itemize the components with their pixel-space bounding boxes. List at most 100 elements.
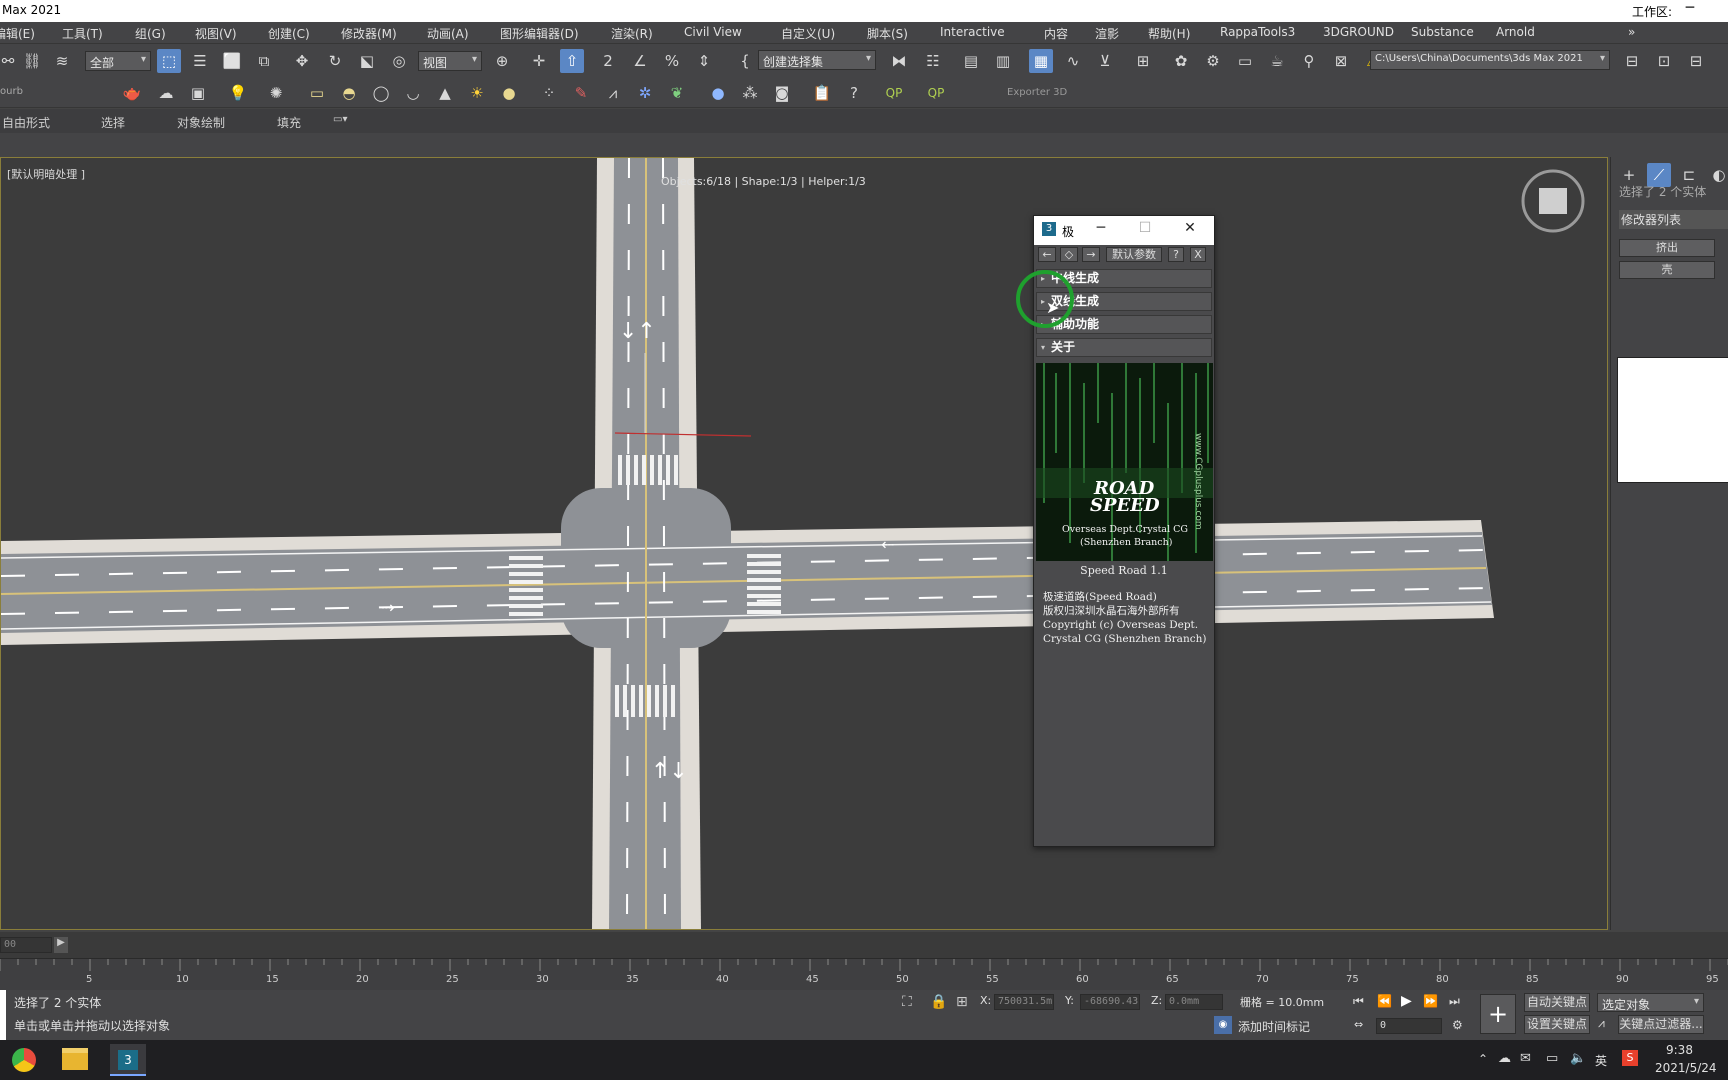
shell-button[interactable]: 壳 — [1619, 261, 1715, 279]
set-key-button[interactable]: 设置关键点 — [1524, 1015, 1590, 1034]
named-selection-dropdown[interactable]: 创建选择集 — [758, 50, 876, 70]
keyboard-shortcut-override-icon[interactable]: ⇧ — [560, 49, 584, 73]
perspective-viewport[interactable]: ↓↑ ↑↓ ⇠ ⇢ [默认明暗处理 ] Objects:6/18 | Shape… — [0, 157, 1608, 930]
add-time-tag[interactable]: 添加时间标记 — [1238, 1018, 1310, 1035]
browser-taskbar-icon[interactable] — [12, 1048, 36, 1072]
link-icon[interactable]: ⚯ — [0, 49, 20, 73]
selection-filter-dropdown[interactable]: 全部 — [85, 51, 151, 71]
z-coordinate-field[interactable]: 0.0mm — [1165, 994, 1223, 1010]
menu-arnold[interactable]: Arnold — [1496, 25, 1535, 39]
modifier-list-dropdown[interactable]: 修改器列表 — [1619, 210, 1728, 229]
cone-icon[interactable]: ▲ — [433, 81, 457, 105]
menu-customize[interactable]: 自定义(U) — [781, 25, 835, 42]
dialog-maximize-button[interactable]: ☐ — [1133, 220, 1157, 236]
ribbon-toggle-icon[interactable]: ▥ — [991, 49, 1015, 73]
container-open-icon[interactable]: ⊡ — [1652, 49, 1676, 73]
time-tag-icon[interactable]: ◉ — [1214, 1016, 1232, 1034]
default-params-button[interactable]: 默认参数 — [1106, 247, 1162, 262]
selected-object-dropdown[interactable]: 选定对象 — [1597, 993, 1704, 1012]
rotate-icon[interactable]: ↻ — [323, 49, 347, 73]
menu-modifiers[interactable]: 修改器(M) — [341, 25, 397, 42]
key-filters-button[interactable]: 关键点过滤器... — [1618, 1015, 1704, 1034]
rendered-frame-icon[interactable]: ▭ — [1233, 49, 1257, 73]
palette-icon[interactable]: ⁂ — [738, 81, 762, 105]
window-crossing-icon[interactable]: ⧉ — [252, 49, 276, 73]
project-path-dropdown[interactable]: C:\Users\China\Documents\3ds Max 2021 — [1370, 50, 1610, 70]
modifier-stack[interactable] — [1617, 357, 1728, 483]
play-icon[interactable]: ▶ — [1401, 993, 1412, 1009]
place-icon[interactable]: ◎ — [387, 49, 411, 73]
time-config-icon[interactable]: ⚙ — [1452, 1018, 1463, 1032]
window-minimize-button[interactable]: ─ — [1675, 0, 1705, 22]
diamond-button[interactable]: ◇ — [1060, 247, 1078, 262]
render-camera-icon[interactable]: ◙ — [770, 81, 794, 105]
unlink-icon[interactable]: ⛓ — [20, 49, 44, 73]
select-by-name-icon[interactable]: ☰ — [188, 49, 212, 73]
ribbon-options-icon[interactable]: ▭▾ — [333, 114, 347, 125]
scale-icon[interactable]: ⬕ — [355, 49, 379, 73]
tray-ime[interactable]: 英 — [1595, 1052, 1607, 1069]
menu-group[interactable]: 组(G) — [135, 25, 166, 42]
select-manipulate-icon[interactable]: ✛ — [527, 49, 551, 73]
edit-named-selection-icon[interactable]: { — [733, 49, 757, 73]
grass-icon[interactable]: ❦ — [665, 81, 689, 105]
scatter-icon[interactable]: ✺ — [264, 81, 288, 105]
scene-explorer-icon[interactable]: ▦ — [1029, 49, 1053, 73]
dialog-titlebar[interactable]: 3 极 ─ ☐ ✕ — [1034, 216, 1214, 245]
current-frame-field[interactable]: 0 — [1376, 1018, 1442, 1034]
plane-icon[interactable]: ▭ — [305, 81, 329, 105]
pivot-center-icon[interactable]: ⊕ — [490, 49, 514, 73]
sun-icon[interactable]: ☀ — [465, 81, 489, 105]
track-bar[interactable]: 5 10 15 20 25 30 35 40 45 50 55 60 65 70 75 80 85 90 95 — [0, 958, 1728, 990]
clipboard-icon[interactable]: 📋 — [810, 81, 834, 105]
align-icon[interactable]: ☷ — [921, 49, 945, 73]
go-to-end-icon[interactable]: ⏭ — [1449, 994, 1460, 1009]
menu-rappatools[interactable]: RappaTools3 — [1220, 25, 1295, 39]
next-frame-icon[interactable]: ⏩ — [1423, 994, 1438, 1008]
ribbon-tab-populate[interactable]: 填充 — [277, 114, 301, 131]
menu-rendering[interactable]: 渲染(R) — [611, 25, 653, 42]
tray-sogou-icon[interactable]: S — [1622, 1050, 1638, 1066]
close-panel-button[interactable]: X — [1190, 247, 1206, 262]
time-slider-frame[interactable]: 00 — [0, 937, 52, 953]
rect-selection-icon[interactable]: ⬜ — [220, 49, 244, 73]
globe-icon[interactable]: ● — [706, 81, 730, 105]
menu-content[interactable]: 内容 — [1044, 25, 1068, 42]
schematic-view-icon[interactable]: ⊞ — [1131, 49, 1155, 73]
select-object-icon[interactable]: ⬚ — [157, 49, 181, 73]
menu-substance[interactable]: Substance — [1411, 25, 1474, 39]
auto-key-button[interactable]: 自动关键点 — [1524, 993, 1590, 1012]
menu-help[interactable]: 帮助(H) — [1148, 25, 1190, 42]
key-filter-icon[interactable]: ⩘ — [1598, 1016, 1605, 1031]
absolute-mode-icon[interactable]: ⊞ — [956, 994, 968, 1010]
time-slider[interactable]: 00 ▶ — [0, 932, 1728, 958]
file-explorer-taskbar-icon[interactable] — [62, 1048, 88, 1070]
go-to-start-icon[interactable]: ⏮ — [1353, 994, 1364, 1009]
menu-interactive[interactable]: Interactive — [940, 25, 1005, 39]
menu-scripting[interactable]: 脚本(S) — [867, 25, 908, 42]
time-slider-next-icon[interactable]: ▶ — [54, 937, 68, 953]
tray-chevron-icon[interactable]: ⌃ — [1478, 1052, 1488, 1066]
container-close-icon[interactable]: ⊟ — [1684, 49, 1708, 73]
exporter-label[interactable]: Exporter 3D — [1007, 87, 1067, 98]
lock-selection-icon[interactable]: 🔒 — [930, 994, 947, 1010]
menu-overflow-icon[interactable]: » — [1628, 25, 1635, 39]
render-activeshade-icon[interactable]: ⚲ — [1297, 49, 1321, 73]
help-circle-icon[interactable]: ? — [842, 81, 866, 105]
qp-alt-icon[interactable]: QP — [924, 81, 948, 105]
ribbon-tab-selection[interactable]: 选择 — [101, 114, 125, 131]
mirror-icon[interactable]: ⧓ — [887, 49, 911, 73]
render-setup-icon[interactable]: ⚙ — [1201, 49, 1225, 73]
x-coordinate-field[interactable]: 750031.5m — [994, 994, 1054, 1010]
menu-create[interactable]: 创建(C) — [268, 25, 310, 42]
qp-icon[interactable]: QP — [882, 81, 906, 105]
y-coordinate-field[interactable]: -68690.43 — [1080, 994, 1140, 1010]
sphere-gold-icon[interactable]: ● — [497, 81, 521, 105]
cloud-icon[interactable]: ☁ — [154, 81, 178, 105]
tray-network-icon[interactable]: ▭ — [1546, 1051, 1558, 1066]
tray-wechat-icon[interactable]: ✉ — [1520, 1051, 1531, 1066]
set-key-big-icon[interactable]: + — [1480, 994, 1516, 1034]
isolate-selection-icon[interactable]: ⛶ — [902, 994, 912, 1010]
bowl-icon[interactable]: ◡ — [401, 81, 425, 105]
gear-blue-icon[interactable]: ✲ — [633, 81, 657, 105]
